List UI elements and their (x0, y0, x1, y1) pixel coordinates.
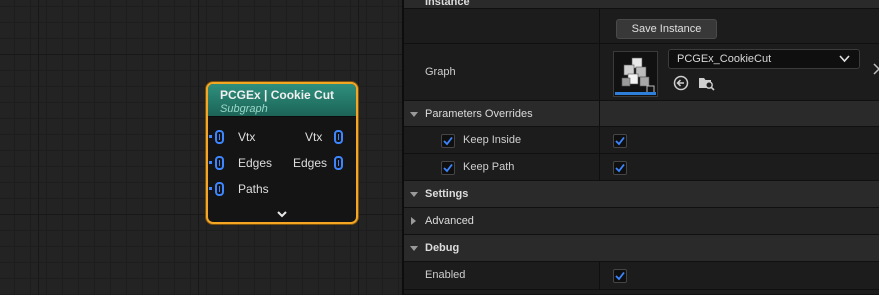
enabled-row: Enabled (404, 262, 879, 290)
input-pin-paths-icon[interactable] (215, 182, 224, 196)
override-row-keep-inside: Keep Inside (404, 127, 879, 154)
pin-connector-dot (209, 161, 212, 164)
category-instance[interactable]: Instance (404, 0, 879, 9)
browse-asset-icon[interactable] (698, 75, 715, 91)
category-label: Parameters Overrides (425, 108, 533, 120)
output-label-edges: Edges (293, 156, 328, 170)
save-instance-button[interactable]: Save Instance (616, 19, 717, 39)
chevron-down-icon (839, 55, 850, 63)
category-debug[interactable]: Debug (404, 235, 879, 262)
checkmark-icon (615, 163, 625, 173)
input-label-edges: Edges (238, 156, 273, 170)
pin-row-paths: Paths (208, 179, 356, 199)
graph-asset-value: PCGEx_CookieCut (677, 53, 772, 65)
input-label-paths: Paths (238, 182, 269, 196)
scroll-right-icon[interactable] (873, 63, 879, 75)
category-label: Settings (425, 188, 469, 200)
input-pin-vtx-icon[interactable] (215, 130, 224, 144)
pin-connector-dot (209, 187, 212, 190)
graph-canvas[interactable]: PCGEx | Cookie Cut Subgraph Vtx Vtx Edge… (0, 0, 402, 295)
category-label: Advanced (425, 215, 474, 227)
override-label-keep-path: Keep Path (463, 161, 515, 173)
node-header[interactable]: PCGEx | Cookie Cut Subgraph (208, 84, 356, 117)
details-panel: Instance Save Instance Graph PCGEx_Cooki… (404, 0, 879, 295)
input-label-vtx: Vtx (238, 130, 256, 144)
pin-row-vtx: Vtx Vtx (208, 127, 356, 147)
graph-thumbnail[interactable] (613, 51, 658, 97)
category-label: Instance (425, 0, 470, 8)
override-enable-keep-path-checkbox[interactable] (441, 161, 455, 175)
graph-label: Graph (425, 66, 456, 78)
graph-asset-dropdown[interactable]: PCGEx_CookieCut (668, 49, 860, 69)
node-title: PCGEx | Cookie Cut (220, 88, 335, 102)
category-label: Debug (425, 242, 460, 254)
next-row (404, 290, 879, 295)
enabled-checkbox[interactable] (613, 269, 627, 283)
keep-path-checkbox[interactable] (613, 161, 627, 175)
checkmark-icon (443, 136, 453, 146)
checkmark-icon (615, 271, 625, 281)
override-enable-keep-inside-checkbox[interactable] (441, 134, 455, 148)
category-advanced[interactable]: Advanced (404, 208, 879, 235)
cubes-icon (615, 57, 656, 95)
pin-connector-dot (209, 135, 212, 138)
category-settings[interactable]: Settings (404, 181, 879, 208)
expand-arrow-icon (410, 112, 418, 117)
collapsed-arrow-icon (411, 217, 416, 225)
expand-arrow-icon (410, 246, 418, 251)
pin-row-edges: Edges Edges (208, 153, 356, 173)
node-expand-button[interactable] (208, 208, 356, 221)
checkmark-icon (615, 136, 625, 146)
output-pin-edges-icon[interactable] (334, 156, 343, 170)
override-label-keep-inside: Keep Inside (463, 134, 522, 146)
chevron-down-icon (277, 211, 287, 218)
override-row-keep-path: Keep Path (404, 154, 879, 181)
output-pin-vtx-icon[interactable] (334, 130, 343, 144)
output-label-vtx: Vtx (305, 130, 323, 144)
node-subtitle: Subgraph (220, 103, 268, 115)
checkmark-icon (443, 163, 453, 173)
input-pin-edges-icon[interactable] (215, 156, 224, 170)
keep-inside-checkbox[interactable] (613, 134, 627, 148)
expand-arrow-icon (410, 192, 418, 197)
enabled-label: Enabled (425, 269, 466, 281)
category-parameters-overrides[interactable]: Parameters Overrides (404, 101, 879, 127)
pcg-node-cookie-cut[interactable]: PCGEx | Cookie Cut Subgraph Vtx Vtx Edge… (206, 82, 358, 224)
use-selected-asset-icon[interactable] (673, 75, 689, 91)
